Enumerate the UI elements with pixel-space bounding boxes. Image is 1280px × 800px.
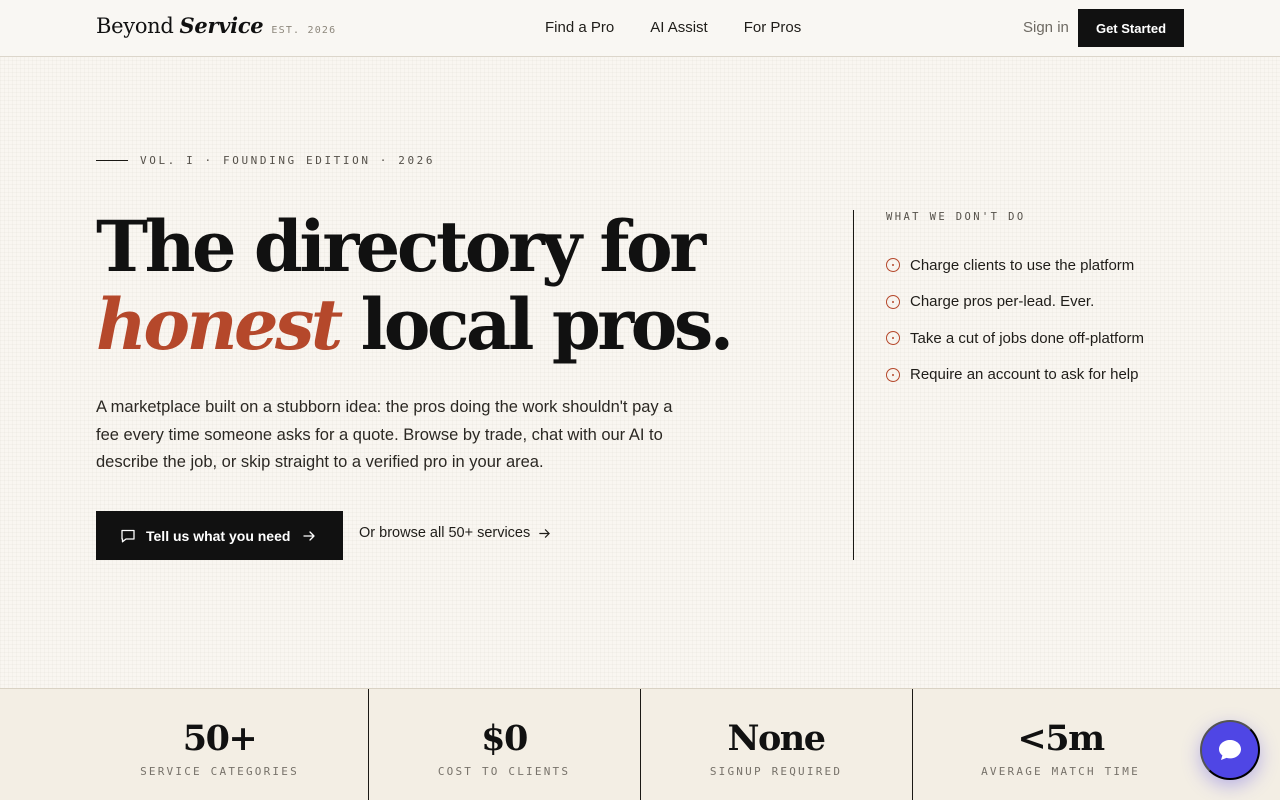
stat-label: SIGNUP REQUIRED: [709, 765, 843, 778]
eyebrow-text: VOL. I · FOUNDING EDITION · 2026: [140, 154, 436, 167]
hero-title-line1: The directory for: [96, 205, 706, 288]
nav-ai-assist[interactable]: AI Assist: [650, 19, 708, 36]
list-item-label: Charge clients to use the platform: [910, 256, 1135, 274]
stat-label: SERVICE CATEGORIES: [140, 765, 299, 778]
brand-name: Beyond: [96, 14, 174, 38]
list-item: Charge pros per-lead. Ever.: [886, 284, 1144, 321]
edition-eyebrow: VOL. I · FOUNDING EDITION · 2026: [96, 154, 435, 167]
hero-title: The directory for honest local pros.: [96, 208, 816, 364]
list-item: Take a cut of jobs done off-platform: [886, 320, 1144, 357]
list-item-label: Take a cut of jobs done off-platform: [910, 329, 1145, 347]
hero-title-accent: honest: [96, 283, 343, 366]
circle-dot-icon: [886, 258, 900, 273]
side-divider: [853, 210, 854, 560]
hero-title-line2: local pros.: [339, 283, 735, 366]
stat-value: None: [727, 718, 826, 759]
circle-dot-icon: [886, 367, 900, 382]
stat-label: COST TO CLIENTS: [437, 765, 571, 778]
nav-find-a-pro[interactable]: Find a Pro: [545, 19, 614, 36]
site-header: Beyond Service EST. 2026 Find a Pro AI A…: [0, 0, 1280, 57]
nav-for-pros[interactable]: For Pros: [744, 19, 802, 36]
list-item-label: Require an account to ask for help: [910, 366, 1139, 384]
list-item: Charge clients to use the platform: [886, 247, 1144, 284]
stat-cost-to-clients: $0 COST TO CLIENTS: [368, 689, 639, 800]
stat-signup-required: None SIGNUP REQUIRED: [640, 689, 911, 800]
brand-logo[interactable]: Beyond Service EST. 2026: [96, 13, 336, 38]
arrow-right-icon: [303, 530, 316, 541]
stat-label: AVERAGE MATCH TIME: [981, 765, 1140, 778]
list-item-label: Charge pros per-lead. Ever.: [910, 293, 1095, 311]
hero-description: A marketplace built on a stubborn idea: …: [96, 398, 673, 471]
get-started-button[interactable]: Get Started: [1078, 9, 1184, 47]
what-we-dont-do-heading: WHAT WE DON'T DO: [886, 211, 1026, 223]
arrow-right-icon: [539, 528, 550, 538]
brand-name-italic: Service: [179, 13, 264, 38]
what-we-dont-do-list: Charge clients to use the platform Charg…: [886, 247, 1144, 393]
stat-service-categories: 50+ SERVICE CATEGORIES: [96, 689, 367, 800]
circle-dot-icon: [886, 294, 900, 309]
browse-services-label: Or browse all 50+ services: [359, 525, 531, 541]
circle-dot-icon: [886, 331, 900, 346]
stat-average-match-time: <5m AVERAGE MATCH TIME: [912, 689, 1208, 800]
chat-launcher-button[interactable]: [1200, 720, 1260, 780]
eyebrow-rule: [96, 160, 128, 161]
stat-value: <5m: [1017, 718, 1105, 759]
stat-value: $0: [481, 718, 528, 759]
stats-band: 50+ SERVICE CATEGORIES $0 COST TO CLIENT…: [0, 688, 1280, 800]
list-item: Require an account to ask for help: [886, 357, 1144, 394]
sign-in-link[interactable]: Sign in: [1023, 19, 1069, 36]
tell-us-button[interactable]: Tell us what you need: [96, 511, 343, 560]
chat-icon: [1219, 740, 1241, 760]
tell-us-label: Tell us what you need: [146, 527, 291, 544]
chat-bubble-icon: [121, 529, 135, 542]
stat-value: 50+: [182, 718, 258, 759]
main-nav: Find a Pro AI Assist For Pros: [545, 19, 837, 36]
brand-established: EST. 2026: [271, 25, 337, 36]
browse-services-link[interactable]: Or browse all 50+ services: [359, 525, 551, 541]
